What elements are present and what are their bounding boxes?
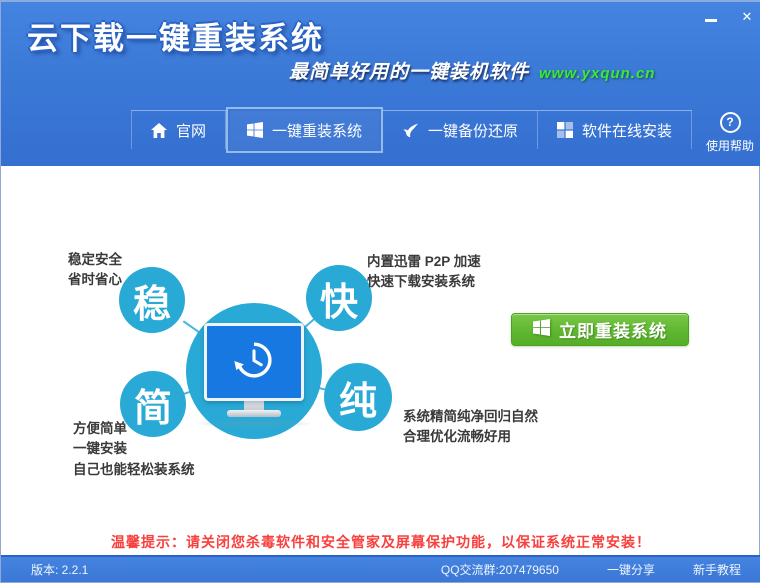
header: 云下载一键重装系统 ✕ 最简单好用的一键装机软件 www.yxqun.cn 官网 …	[1, 1, 760, 166]
feature-char: 纯	[339, 370, 377, 425]
feature-desc-simple: 方便简单 一键安装 自己也能轻松装系统	[73, 419, 195, 480]
feature-desc-pure: 系统精简纯净回归自然 合理优化流畅好用	[403, 407, 538, 448]
tab-label: 官网	[176, 120, 206, 141]
feature-char: 快	[320, 271, 358, 326]
qq-group-label: QQ交流群:207479650	[441, 561, 559, 578]
tab-label: 软件在线安装	[582, 120, 672, 141]
center-circle	[186, 303, 322, 439]
app-title: 云下载一键重装系统	[27, 13, 324, 58]
warning-tip: 温馨提示：请关闭您杀毒软件和安全管家及屏幕保护功能，以保证系统正常安装！	[1, 532, 760, 552]
reinstall-now-button[interactable]: 立即重装系统	[511, 313, 689, 346]
help-label: 使用帮助	[701, 137, 759, 154]
home-icon	[151, 123, 167, 138]
bird-icon	[402, 123, 419, 138]
windows-icon	[533, 319, 550, 341]
monitor-base	[227, 410, 281, 417]
feature-circle-stable: 稳	[119, 267, 185, 333]
feature-desc-stable: 稳定安全 省时省心	[68, 250, 122, 291]
tab-label: 一键备份还原	[428, 120, 518, 141]
monitor-shadow	[194, 419, 314, 428]
tutorial-button[interactable]: 新手教程	[693, 561, 741, 578]
share-button[interactable]: 一键分享	[607, 561, 655, 578]
version-label: 版本: 2.2.1	[31, 561, 88, 578]
tab-one-click-reinstall[interactable]: 一键重装系统	[226, 107, 383, 153]
close-button[interactable]: ✕	[737, 9, 757, 25]
tab-software-install[interactable]: 软件在线安装	[538, 111, 692, 149]
nav-tabs: 官网 一键重装系统 一键备份还原 软件在线安装	[131, 110, 692, 149]
question-circle-icon: ?	[720, 112, 741, 133]
minimize-button[interactable]	[701, 9, 721, 25]
reinstall-now-label: 立即重装系统	[559, 317, 667, 342]
monitor-stand	[244, 401, 264, 410]
tab-backup-restore[interactable]: 一键备份还原	[383, 111, 538, 149]
windows-icon	[247, 122, 263, 138]
website-link[interactable]: www.yxqun.cn	[539, 65, 655, 82]
minimize-icon	[705, 19, 717, 22]
tab-official-site[interactable]: 官网	[131, 111, 226, 149]
restore-history-icon	[231, 337, 277, 388]
slogan: 最简单好用的一键装机软件 www.yxqun.cn	[289, 57, 655, 84]
app-window: { "window": { "title": "云下载一键重装系统", "slo…	[0, 0, 760, 583]
feature-circle-pure: 纯	[324, 363, 392, 431]
slogan-text: 最简单好用的一键装机软件	[289, 62, 529, 83]
help-button[interactable]: ? 使用帮助	[701, 112, 759, 154]
grid-icon	[557, 122, 573, 138]
tab-label: 一键重装系统	[272, 120, 362, 141]
feature-desc-fast: 内置迅雷 P2P 加速 快速下载安装系统	[367, 252, 481, 293]
window-controls: ✕	[701, 9, 757, 25]
feature-circle-fast: 快	[306, 265, 372, 331]
status-bar: 版本: 2.2.1 QQ交流群:207479650 一键分享 新手教程	[1, 555, 760, 582]
feature-char: 稳	[133, 273, 171, 328]
monitor-screen	[204, 323, 304, 401]
